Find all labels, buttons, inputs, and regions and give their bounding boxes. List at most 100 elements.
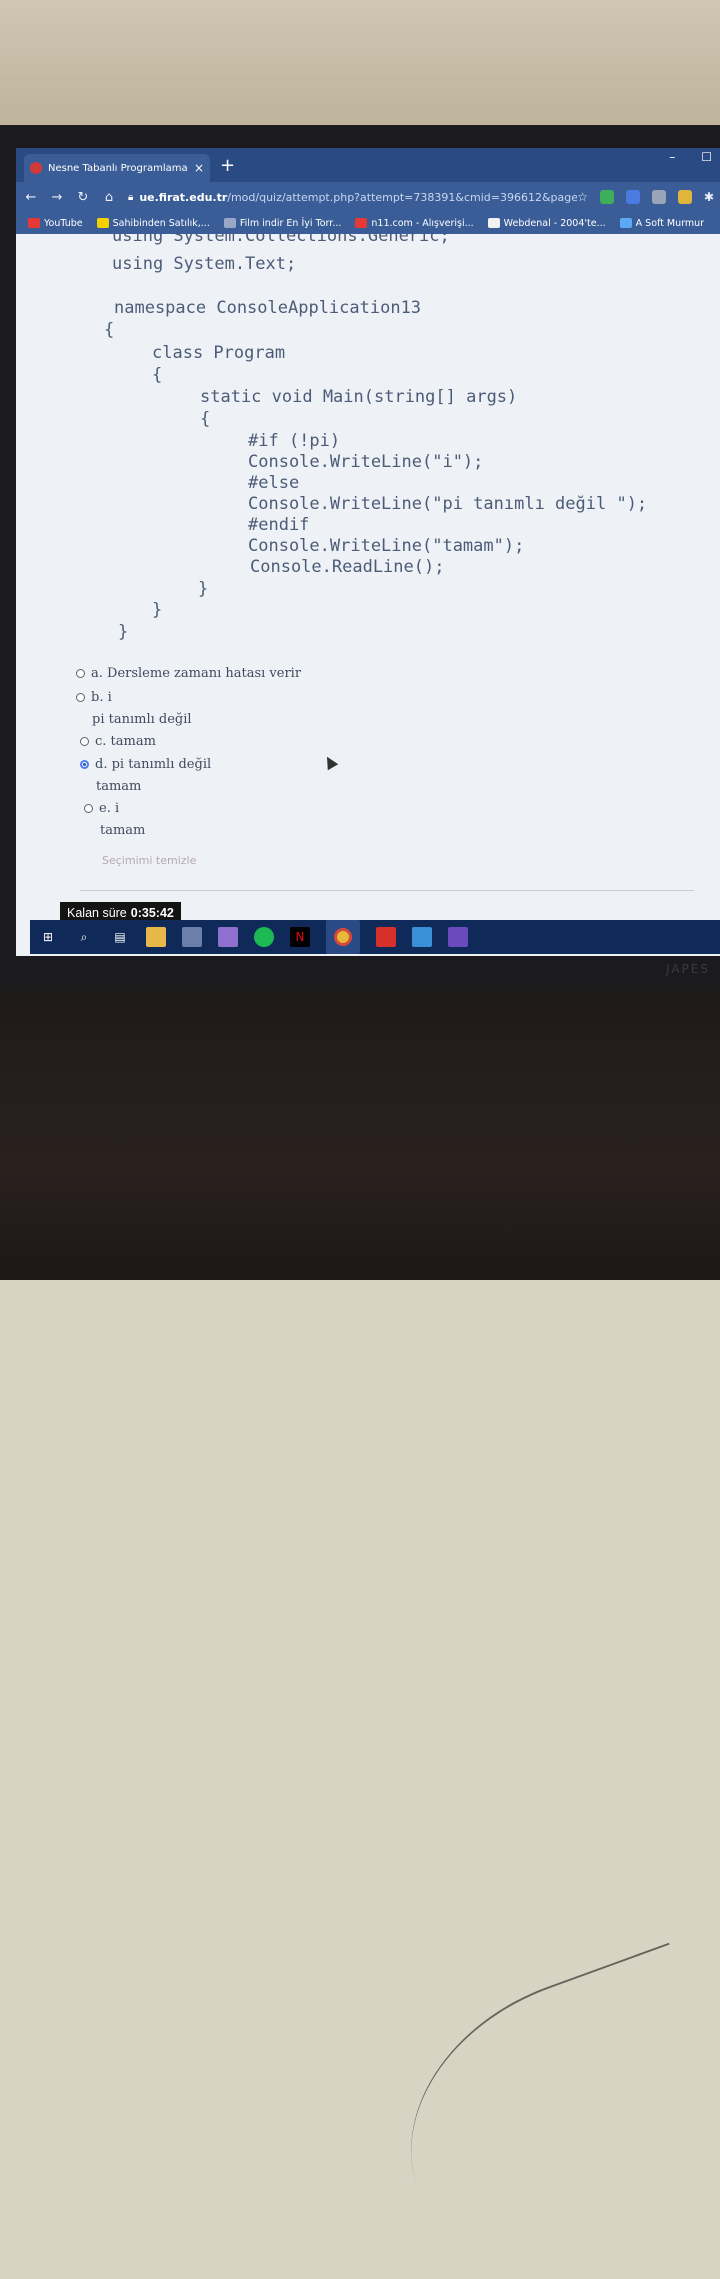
netflix-icon[interactable]: N bbox=[290, 927, 310, 947]
answer-label-line2: pi tanımlı değil bbox=[92, 712, 192, 727]
windows-start-icon[interactable]: ⊞ bbox=[38, 927, 58, 947]
bookmark-item[interactable]: n11.com - Alışverişi... bbox=[355, 217, 474, 229]
translate-extension-icon[interactable] bbox=[625, 190, 640, 204]
code-line: { bbox=[104, 320, 115, 340]
search-icon[interactable]: ⌕ bbox=[74, 927, 94, 947]
radio-icon[interactable] bbox=[76, 693, 85, 702]
wall-background bbox=[0, 0, 720, 135]
cable bbox=[368, 1942, 720, 2279]
code-line: Console.WriteLine("i"); bbox=[248, 452, 484, 472]
browser-toolbar: ← → ↻ ⌂ 🔒︎ ue.firat.edu.tr /mod/quiz/att… bbox=[16, 182, 720, 212]
shield-extension-icon[interactable] bbox=[599, 190, 614, 204]
code-line: class Program bbox=[152, 343, 286, 363]
mail-icon[interactable] bbox=[218, 927, 238, 947]
clear-choice-link[interactable]: Seçimimi temizle bbox=[102, 854, 196, 867]
n11-icon bbox=[355, 218, 368, 228]
tab-strip: Nesne Tabanlı Programlama Bütü × + – ☐ bbox=[16, 148, 720, 182]
bookmark-item[interactable]: Film indir En İyi Torr... bbox=[223, 217, 342, 229]
answer-label: b. i bbox=[91, 690, 112, 705]
code-line: namespace ConsoleApplication13 bbox=[114, 298, 422, 318]
answer-label: e. i bbox=[99, 801, 120, 816]
sahibinden-icon bbox=[96, 218, 109, 228]
answer-label: d. pi tanımlı değil bbox=[95, 757, 212, 772]
bookmark-item[interactable]: A Soft Murmur bbox=[619, 217, 705, 229]
url-host: ue.firat.edu.tr bbox=[139, 190, 228, 204]
url-path: /mod/quiz/attempt.php?attempt=738391&cmi… bbox=[227, 190, 578, 204]
tab-title: Nesne Tabanlı Programlama Bütü bbox=[48, 162, 188, 174]
bookmark-star-icon[interactable]: ☆ bbox=[577, 190, 588, 204]
forward-arrow-icon[interactable]: → bbox=[46, 190, 68, 205]
photos-icon[interactable] bbox=[412, 927, 432, 947]
answer-option[interactable]: b. i bbox=[76, 690, 112, 705]
webdenal-icon bbox=[487, 218, 500, 228]
answer-option[interactable]: c. tamam bbox=[80, 734, 156, 749]
code-line: Console.ReadLine(); bbox=[250, 557, 445, 577]
task-view-icon[interactable]: ▤ bbox=[110, 927, 130, 947]
color-extension-icon[interactable] bbox=[677, 190, 692, 204]
code-line: #if (!pi) bbox=[248, 431, 341, 451]
screenshot-extension-icon[interactable] bbox=[651, 190, 666, 204]
visual-studio-icon[interactable] bbox=[448, 927, 468, 947]
answer-label: a. Dersleme zamanı hatası verir bbox=[91, 666, 302, 681]
code-line: Console.WriteLine("pi tanımlı değil "); bbox=[248, 494, 648, 514]
lock-icon: 🔒︎ bbox=[128, 191, 134, 203]
drop-icon bbox=[619, 218, 632, 228]
code-line: using System.Collections.Generic; bbox=[112, 234, 450, 246]
bookmark-label: Film indir En İyi Torr... bbox=[239, 217, 342, 229]
back-arrow-icon[interactable]: ← bbox=[20, 190, 42, 205]
chrome-icon[interactable] bbox=[326, 920, 360, 954]
code-line: } bbox=[118, 622, 129, 642]
code-line: using System.Text; bbox=[112, 254, 297, 274]
film-icon bbox=[223, 218, 236, 228]
answer-label: c. tamam bbox=[95, 734, 156, 749]
mouse-cursor-icon bbox=[321, 753, 339, 771]
windows-taskbar: ⊞ ⌕ ▤ N bbox=[30, 920, 720, 954]
minimize-button[interactable]: – bbox=[669, 150, 675, 164]
window-controls: – ☐ bbox=[669, 150, 712, 164]
code-line: #else bbox=[248, 473, 300, 493]
answer-option[interactable]: d. pi tanımlı değil bbox=[80, 757, 211, 772]
youtube-icon bbox=[28, 218, 40, 228]
tab-close-icon[interactable]: × bbox=[194, 161, 204, 175]
address-bar[interactable]: 🔒︎ ue.firat.edu.tr /mod/quiz/attempt.php… bbox=[128, 186, 577, 208]
bookmark-item[interactable]: Sahibinden Satılık,... bbox=[96, 217, 210, 229]
home-icon[interactable]: ⌂ bbox=[98, 190, 120, 205]
radio-icon[interactable] bbox=[76, 669, 85, 678]
new-tab-button[interactable]: + bbox=[220, 155, 235, 176]
divider bbox=[80, 890, 694, 891]
desk-background bbox=[0, 990, 720, 2279]
monitor-brand: JAPES bbox=[666, 962, 710, 976]
code-line: Console.WriteLine("tamam"); bbox=[248, 536, 525, 556]
answer-label-line2: tamam bbox=[96, 779, 142, 794]
bookmark-item[interactable]: Webdenal - 2004'te... bbox=[487, 217, 606, 229]
quiz-page: using System.Collections.Generic; using S… bbox=[16, 234, 720, 956]
extensions-puzzle-icon[interactable]: ✱ bbox=[704, 190, 714, 204]
code-line: static void Main(string[] args) bbox=[200, 387, 518, 407]
answer-option[interactable]: a. Dersleme zamanı hatası verir bbox=[76, 666, 301, 681]
radio-selected-icon[interactable] bbox=[80, 760, 89, 769]
code-line: { bbox=[152, 365, 163, 385]
toolbar-icons: ☆ ✱ bbox=[577, 190, 720, 204]
pdf-reader-icon[interactable] bbox=[376, 927, 396, 947]
bookmark-label: n11.com - Alışverişi... bbox=[371, 217, 474, 229]
answer-option[interactable]: e. i bbox=[84, 801, 119, 816]
code-line: } bbox=[152, 600, 163, 620]
reload-icon[interactable]: ↻ bbox=[72, 190, 94, 205]
spotify-icon[interactable] bbox=[254, 927, 274, 947]
code-line: { bbox=[200, 409, 211, 429]
bookmark-label: A Soft Murmur bbox=[635, 217, 705, 229]
bookmark-label: Sahibinden Satılık,... bbox=[112, 217, 210, 229]
radio-icon[interactable] bbox=[84, 804, 93, 813]
bookmark-label: Webdenal - 2004'te... bbox=[503, 217, 606, 229]
store-icon[interactable] bbox=[182, 927, 202, 947]
bookmarks-bar: YouTube Sahibinden Satılık,... Film indir … bbox=[16, 212, 720, 234]
bookmark-item[interactable]: YouTube bbox=[28, 218, 83, 229]
answer-label-line2: tamam bbox=[100, 823, 146, 838]
browser-tab[interactable]: Nesne Tabanlı Programlama Bütü × bbox=[24, 154, 210, 182]
radio-icon[interactable] bbox=[80, 737, 89, 746]
file-explorer-icon[interactable] bbox=[146, 927, 166, 947]
maximize-button[interactable]: ☐ bbox=[701, 150, 712, 164]
bookmark-label: YouTube bbox=[44, 217, 83, 229]
code-line: } bbox=[198, 579, 209, 599]
timer-label: Kalan süre bbox=[67, 906, 127, 920]
